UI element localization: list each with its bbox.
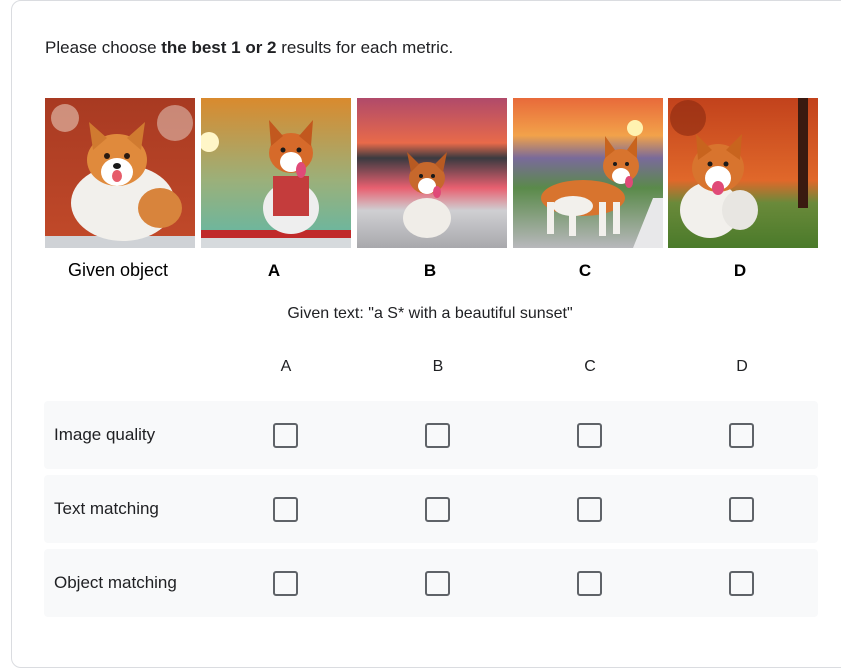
checkbox-image-quality-b[interactable] bbox=[425, 423, 450, 448]
caption-c: C bbox=[578, 261, 592, 280]
metric-row-text-matching: Text matching bbox=[44, 475, 818, 543]
instruction-bold: the best 1 or 2 bbox=[161, 38, 277, 57]
checkbox-text-matching-a[interactable] bbox=[273, 497, 298, 522]
instruction-suffix: results for each metric. bbox=[276, 38, 454, 57]
metric-row-image-quality: Image quality bbox=[44, 401, 818, 469]
caption-given-object: Given object bbox=[67, 260, 169, 280]
caption-a: A bbox=[267, 261, 281, 280]
column-header-a: A bbox=[280, 358, 292, 375]
checkbox-object-matching-c[interactable] bbox=[577, 571, 602, 596]
caption-b: B bbox=[423, 261, 437, 280]
checkbox-image-quality-d[interactable] bbox=[729, 423, 754, 448]
result-d-image bbox=[668, 98, 818, 248]
checkbox-text-matching-b[interactable] bbox=[425, 497, 450, 522]
given-text-prompt: Given text: "a S* with a beautiful sunse… bbox=[287, 305, 573, 322]
checkbox-object-matching-a[interactable] bbox=[273, 571, 298, 596]
column-header-c: C bbox=[584, 358, 596, 375]
column-header-b: B bbox=[432, 358, 444, 375]
checkbox-object-matching-d[interactable] bbox=[729, 571, 754, 596]
metric-row-object-matching: Object matching bbox=[44, 549, 818, 617]
metric-label: Object matching bbox=[54, 573, 177, 592]
result-b-image bbox=[357, 98, 507, 248]
metric-label: Image quality bbox=[54, 425, 156, 444]
result-a-image bbox=[201, 98, 351, 248]
column-header-d: D bbox=[736, 358, 748, 375]
instruction-prefix: Please choose bbox=[45, 38, 162, 57]
checkbox-text-matching-d[interactable] bbox=[729, 497, 754, 522]
instruction-text: Please choose the best 1 or 2 results fo… bbox=[45, 38, 453, 58]
result-c-image bbox=[513, 98, 663, 248]
checkbox-image-quality-a[interactable] bbox=[273, 423, 298, 448]
checkbox-text-matching-c[interactable] bbox=[577, 497, 602, 522]
given-object-image bbox=[45, 98, 195, 248]
caption-d: D bbox=[733, 261, 747, 280]
checkbox-image-quality-c[interactable] bbox=[577, 423, 602, 448]
metric-label: Text matching bbox=[54, 499, 159, 518]
checkbox-object-matching-b[interactable] bbox=[425, 571, 450, 596]
